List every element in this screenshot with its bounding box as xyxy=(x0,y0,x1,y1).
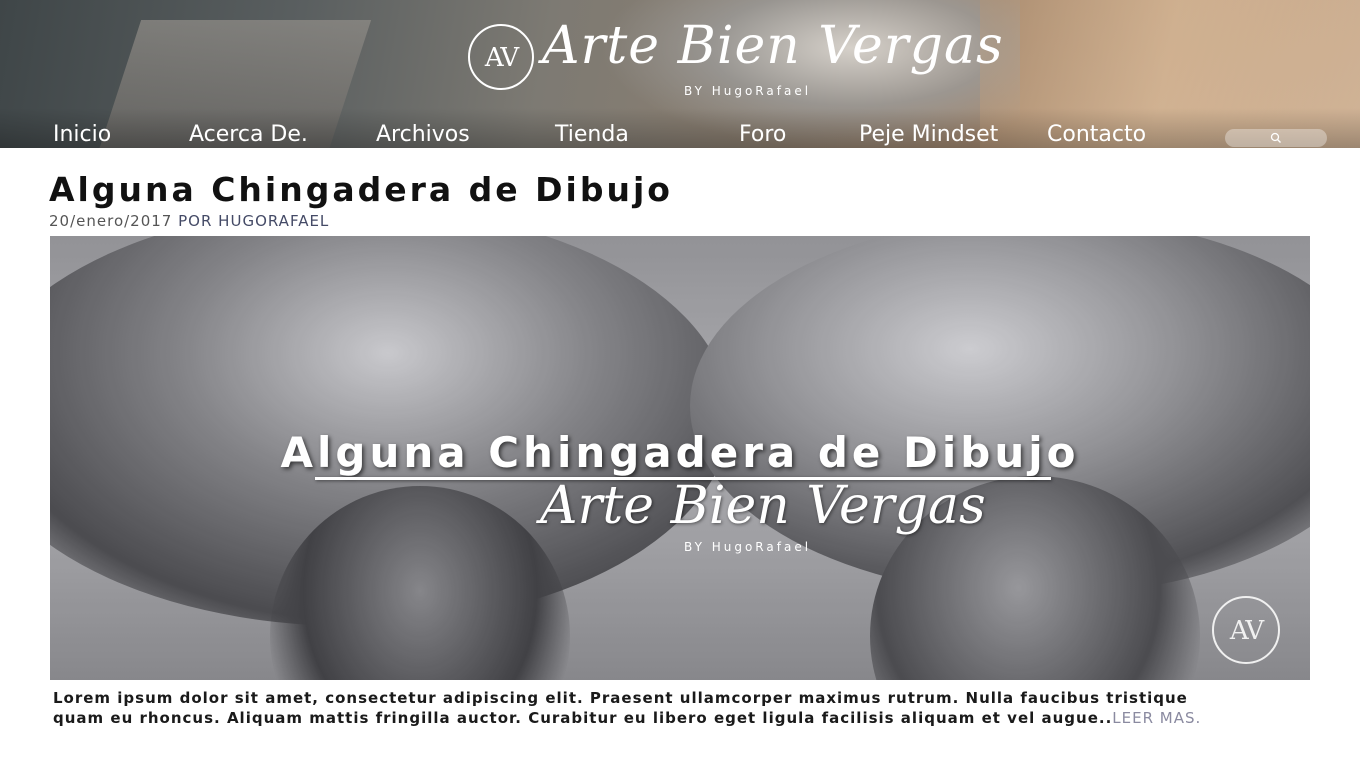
nav-item-archivos[interactable]: Archivos xyxy=(376,122,470,147)
logo-monogram: AV xyxy=(484,43,519,73)
nav-item-acerca[interactable]: Acerca De. xyxy=(189,122,308,147)
featured-monogram: AV xyxy=(1229,616,1264,646)
search-icon[interactable] xyxy=(1269,131,1283,145)
post-excerpt-text: Lorem ipsum dolor sit amet, consectetur … xyxy=(53,689,1188,727)
main-nav: Inicio Acerca De. Archivos Tienda Foro P… xyxy=(0,120,1360,148)
logo-script-text: Arte Bien Vergas xyxy=(542,16,1004,76)
nav-item-peje-mindset[interactable]: Peje Mindset xyxy=(859,122,998,147)
featured-image[interactable]: Alguna Chingadera de Dibujo Arte Bien Ve… xyxy=(50,236,1310,680)
site-header: AV Arte Bien Vergas BY HugoRafael Inicio… xyxy=(0,0,1360,148)
featured-watermark-script: Arte Bien Vergas xyxy=(540,476,986,536)
featured-monogram-badge: AV xyxy=(1212,596,1280,664)
site-logo[interactable]: AV Arte Bien Vergas BY HugoRafael xyxy=(466,16,1003,126)
nav-item-contacto[interactable]: Contacto xyxy=(1047,122,1146,147)
post-author[interactable]: POR HUGORAFAEL xyxy=(178,212,329,230)
featured-watermark-byline: BY HugoRafael xyxy=(684,540,812,554)
logo-monogram-badge: AV xyxy=(468,24,534,90)
post-title[interactable]: Alguna Chingadera de Dibujo xyxy=(49,170,673,209)
featured-image-title: Alguna Chingadera de Dibujo xyxy=(280,428,1080,477)
post-meta: 20/enero/2017 POR HUGORAFAEL xyxy=(49,212,329,230)
search-input[interactable] xyxy=(1225,129,1327,147)
post-excerpt: Lorem ipsum dolor sit amet, consectetur … xyxy=(53,688,1213,728)
read-more-link[interactable]: LEER MAS. xyxy=(1112,709,1201,727)
nav-item-tienda[interactable]: Tienda xyxy=(555,122,629,147)
logo-byline: BY HugoRafael xyxy=(684,84,812,98)
post-date: 20/enero/2017 xyxy=(49,212,173,230)
nav-item-inicio[interactable]: Inicio xyxy=(53,122,111,147)
nav-item-foro[interactable]: Foro xyxy=(739,122,786,147)
